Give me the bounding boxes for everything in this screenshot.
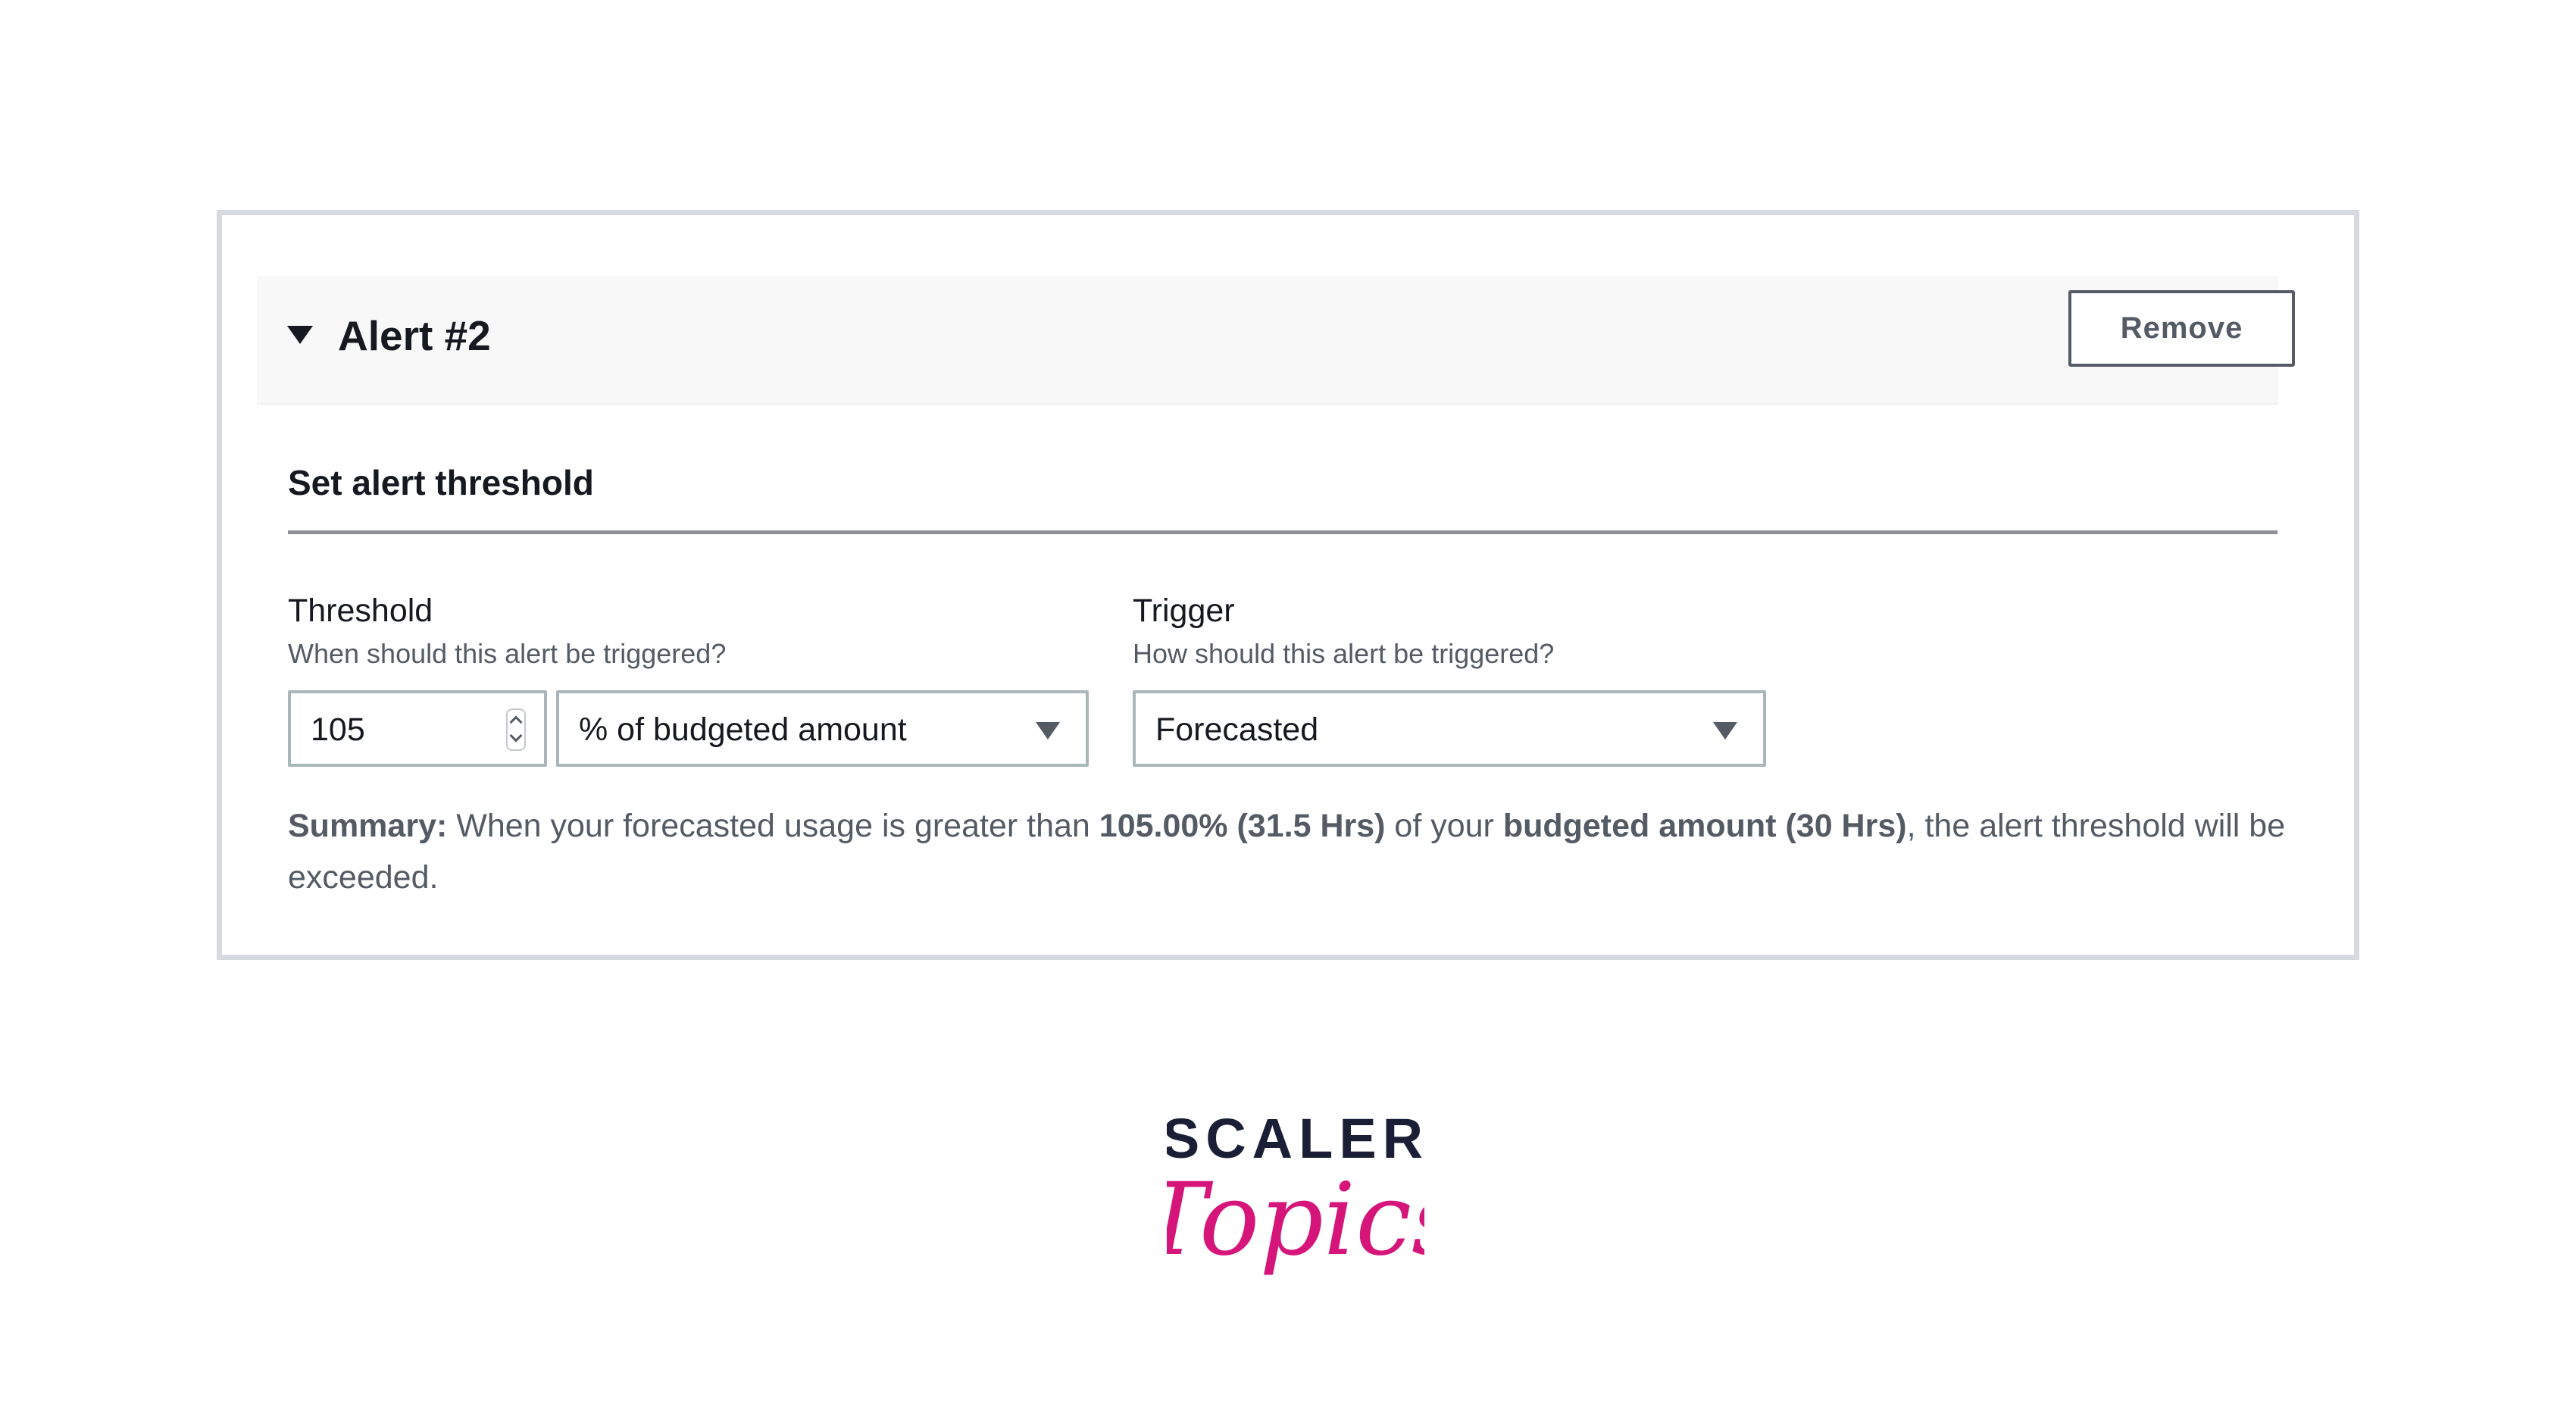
stepper-icon[interactable] xyxy=(506,708,526,751)
threshold-unit-select[interactable]: % of budgeted amount xyxy=(556,690,1089,767)
remove-button[interactable]: Remove xyxy=(2068,290,2295,367)
dropdown-caret-icon[interactable] xyxy=(1036,722,1060,740)
scaler-topics-logo: SCALER Topics xyxy=(1167,1107,1424,1278)
logo-scaler-text: SCALER xyxy=(1167,1107,1424,1170)
stepper-up-icon[interactable] xyxy=(509,715,523,729)
trigger-label: Trigger xyxy=(1133,593,1235,629)
summary-budget-value: budgeted amount (30 Hrs) xyxy=(1502,808,1907,844)
alert-title[interactable]: Alert #2 xyxy=(338,309,491,362)
threshold-description: When should this alert be triggered? xyxy=(288,638,727,669)
alert-panel: Alert #2 Remove Set alert threshold Thre… xyxy=(217,210,2359,960)
section-divider xyxy=(288,530,2277,534)
threshold-label: Threshold xyxy=(288,593,433,629)
caret-down-icon[interactable] xyxy=(287,326,313,344)
trigger-value[interactable]: Forecasted xyxy=(1155,710,1318,749)
summary-label: Summary: xyxy=(288,808,448,844)
trigger-description: How should this alert be triggered? xyxy=(1133,638,1555,669)
stepper-down-icon[interactable] xyxy=(509,729,523,743)
summary-text-2: of your xyxy=(1385,808,1503,844)
trigger-select[interactable]: Forecasted xyxy=(1133,690,1766,767)
alert-header[interactable]: Alert #2 Remove xyxy=(257,276,2295,405)
summary-text-1: When your forecasted usage is greater th… xyxy=(447,808,1099,844)
threshold-unit-value[interactable]: % of budgeted amount xyxy=(579,710,907,749)
logo-topics-text: Topics xyxy=(1167,1162,1424,1278)
summary-threshold-value: 105.00% (31.5 Hrs) xyxy=(1099,808,1386,844)
threshold-number-input[interactable]: 105 xyxy=(288,690,547,767)
section-title: Set alert threshold xyxy=(288,463,594,502)
dropdown-caret-icon[interactable] xyxy=(1713,722,1737,740)
threshold-value[interactable]: 105 xyxy=(311,710,365,749)
alert-summary: Summary: When your forecasted usage is g… xyxy=(288,800,2288,903)
